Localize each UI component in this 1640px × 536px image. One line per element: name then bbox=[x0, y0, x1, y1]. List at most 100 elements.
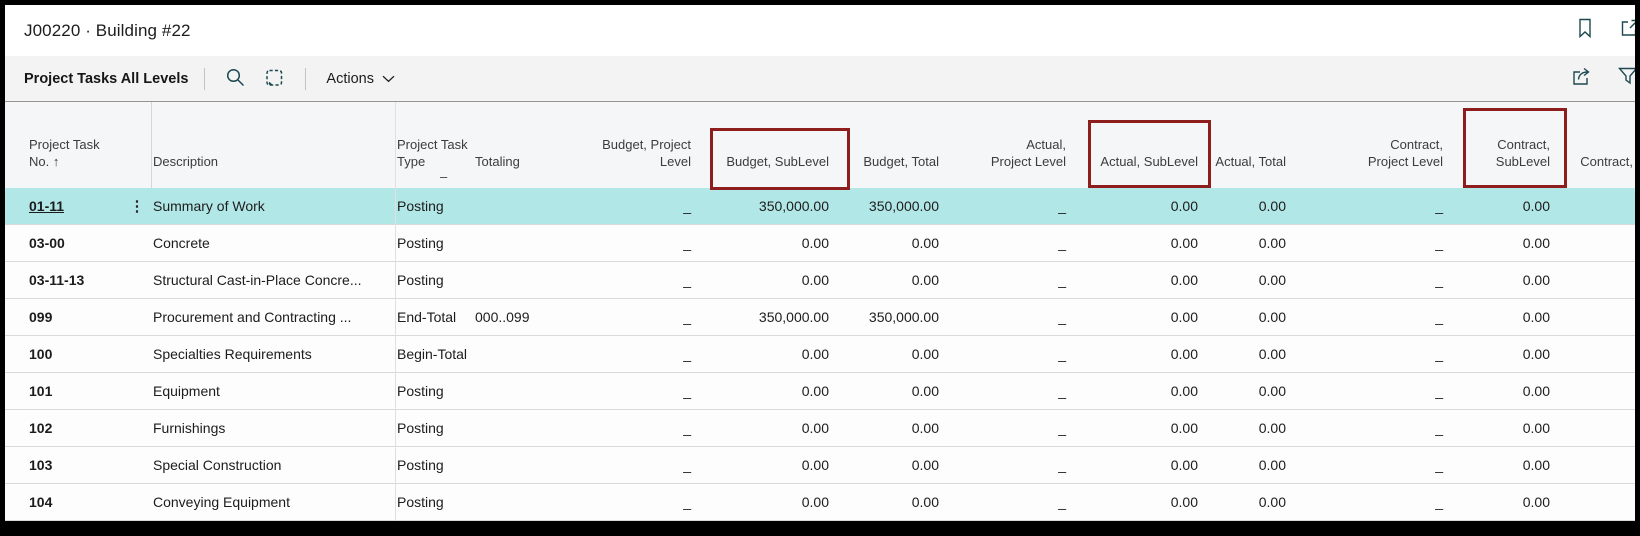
cell-contract_project_level: _ bbox=[1290, 263, 1447, 298]
cell-budget_sublevel: 0.00 bbox=[695, 411, 833, 446]
cell-budget_project_level: _ bbox=[550, 337, 695, 372]
cell-actual_total: 0.00 bbox=[1202, 300, 1290, 335]
cell-actual_total: 0.00 bbox=[1202, 485, 1290, 520]
cell-no: 100 bbox=[5, 337, 123, 372]
task-no-link[interactable]: 100 bbox=[29, 346, 52, 362]
task-no-link[interactable]: 01-11 bbox=[29, 198, 64, 214]
cell-description: Furnishings bbox=[151, 411, 395, 446]
column-header-budget_project_level[interactable]: Budget, ProjectLevel bbox=[550, 102, 695, 188]
bookmark-icon[interactable] bbox=[1575, 17, 1595, 44]
cell-no: 102 bbox=[5, 411, 123, 446]
table-row[interactable]: 01-11⋮Summary of WorkPosting_350,000.003… bbox=[5, 188, 1635, 225]
cell-actual_sublevel: 0.00 bbox=[1070, 448, 1202, 483]
share-icon[interactable] bbox=[1570, 65, 1593, 92]
task-no-link[interactable]: 102 bbox=[29, 420, 52, 436]
title-bar: J00220 · Building #22 bbox=[5, 5, 1635, 56]
table-row[interactable]: 099Procurement and Contracting ...End-To… bbox=[5, 299, 1635, 336]
filter-icon[interactable] bbox=[1617, 65, 1635, 92]
cell-description: Equipment bbox=[151, 374, 395, 409]
task-no-link[interactable]: 103 bbox=[29, 457, 52, 473]
cell-actual_sublevel: 0.00 bbox=[1070, 411, 1202, 446]
toolbar-right-icons bbox=[1570, 56, 1635, 101]
task-no-link[interactable]: 03-00 bbox=[29, 235, 65, 251]
task-no-link[interactable]: 03-11-13 bbox=[29, 272, 84, 288]
actions-button[interactable]: Actions bbox=[322, 67, 399, 91]
cell-actual_project_level: _ bbox=[943, 374, 1070, 409]
cell-type: Posting bbox=[395, 485, 467, 520]
column-header-description[interactable]: Description bbox=[151, 102, 395, 188]
chevron-down-icon bbox=[382, 71, 395, 86]
open-in-new-icon[interactable] bbox=[1619, 17, 1635, 44]
cell-contract_sublevel: 0.00 bbox=[1447, 189, 1557, 224]
cell-actual_total: 0.00 bbox=[1202, 226, 1290, 261]
column-label: No. ↑ bbox=[29, 153, 123, 170]
cell-actual_project_level: _ bbox=[943, 411, 1070, 446]
column-header-totaling[interactable]: Totaling bbox=[467, 102, 550, 188]
cell-contract_sublevel: 0.00 bbox=[1447, 337, 1557, 372]
cell-budget_sublevel: 0.00 bbox=[695, 448, 833, 483]
list-caption: Project Tasks All Levels bbox=[24, 71, 188, 87]
column-header-contract_sublevel[interactable]: Contract,SubLevel bbox=[1447, 102, 1557, 188]
cell-contract_project_level: _ bbox=[1290, 300, 1447, 335]
column-header-budget_total[interactable]: Budget, Total bbox=[833, 102, 943, 188]
cell-contract_project_level: _ bbox=[1290, 189, 1447, 224]
cell-actual_sublevel: 0.00 bbox=[1070, 189, 1202, 224]
column-header-no[interactable]: Project TaskNo. ↑ bbox=[5, 102, 123, 188]
cell-description: Structural Cast-in-Place Concre... bbox=[151, 263, 395, 298]
cell-actual_total: 0.00 bbox=[1202, 263, 1290, 298]
column-header-contract_truncated[interactable]: Contract, bbox=[1557, 102, 1635, 188]
column-label: Actual, SubLevel bbox=[1070, 153, 1198, 170]
cell-contract_project_level: _ bbox=[1290, 337, 1447, 372]
cell-contract_project_level: _ bbox=[1290, 448, 1447, 483]
column-header-budget_sublevel[interactable]: Budget, SubLevel bbox=[695, 102, 833, 188]
cell-contract_sublevel: 0.00 bbox=[1447, 226, 1557, 261]
table-row[interactable]: 101EquipmentPosting_0.000.00_0.000.00_0.… bbox=[5, 373, 1635, 410]
column-label: Budget, Project bbox=[550, 136, 691, 153]
cell-actual_sublevel: 0.00 bbox=[1070, 300, 1202, 335]
cell-contract_sublevel: 0.00 bbox=[1447, 448, 1557, 483]
cell-no: 103 bbox=[5, 448, 123, 483]
cell-contract_sublevel: 0.00 bbox=[1447, 411, 1557, 446]
column-header-contract_project_level[interactable]: Contract,Project Level bbox=[1290, 102, 1447, 188]
cell-budget_project_level: _ bbox=[550, 485, 695, 520]
cell-budget_project_level: _ bbox=[550, 448, 695, 483]
column-label: Level bbox=[550, 153, 691, 170]
cell-description: Summary of Work bbox=[151, 189, 395, 224]
column-label: Project Level bbox=[943, 153, 1066, 170]
column-label: Project Level bbox=[1290, 153, 1443, 170]
project-tasks-grid: Project TaskNo. ↑ DescriptionProject Task… bbox=[5, 102, 1635, 521]
column-label: Contract, bbox=[1557, 153, 1633, 170]
column-header-menu bbox=[123, 102, 151, 188]
cell-type: Posting bbox=[395, 448, 467, 483]
column-header-actual_project_level[interactable]: Actual,Project Level bbox=[943, 102, 1070, 188]
table-row[interactable]: 100Specialties RequirementsBegin-Total_0… bbox=[5, 336, 1635, 373]
task-no-link[interactable]: 099 bbox=[29, 309, 52, 325]
column-label: Budget, SubLevel bbox=[695, 153, 829, 170]
column-sub-marker: – bbox=[440, 169, 447, 184]
cell-type: Posting bbox=[395, 263, 467, 298]
table-row[interactable]: 104Conveying EquipmentPosting_0.000.00_0… bbox=[5, 484, 1635, 521]
column-header-actual_sublevel[interactable]: Actual, SubLevel bbox=[1070, 102, 1202, 188]
column-header-actual_total[interactable]: Actual, Total bbox=[1202, 102, 1290, 188]
cell-budget_sublevel: 0.00 bbox=[695, 374, 833, 409]
cell-budget_project_level: _ bbox=[550, 300, 695, 335]
search-button[interactable] bbox=[221, 63, 250, 95]
cell-budget_total: 0.00 bbox=[833, 226, 943, 261]
cell-no: 104 bbox=[5, 485, 123, 520]
task-no-link[interactable]: 101 bbox=[29, 383, 52, 399]
table-row[interactable]: 102FurnishingsPosting_0.000.00_0.000.00_… bbox=[5, 410, 1635, 447]
column-label: Budget, Total bbox=[833, 153, 939, 170]
row-menu-cell: ⋮ bbox=[123, 189, 151, 224]
table-row[interactable]: 03-00ConcretePosting_0.000.00_0.000.00_0… bbox=[5, 225, 1635, 262]
cell-contract_sublevel: 0.00 bbox=[1447, 374, 1557, 409]
task-no-link[interactable]: 104 bbox=[29, 494, 52, 510]
cell-actual_sublevel: 0.00 bbox=[1070, 485, 1202, 520]
cell-no: 099 bbox=[5, 300, 123, 335]
column-header-type[interactable]: Project TaskType– bbox=[395, 102, 467, 188]
row-ellipsis-icon[interactable]: ⋮ bbox=[130, 198, 145, 215]
cell-actual_project_level: _ bbox=[943, 448, 1070, 483]
analyze-button[interactable] bbox=[260, 63, 289, 95]
column-label: Actual, bbox=[943, 136, 1066, 153]
table-row[interactable]: 103Special ConstructionPosting_0.000.00_… bbox=[5, 447, 1635, 484]
table-row[interactable]: 03-11-13 Structural Cast-in-Place Concre.… bbox=[5, 262, 1635, 299]
